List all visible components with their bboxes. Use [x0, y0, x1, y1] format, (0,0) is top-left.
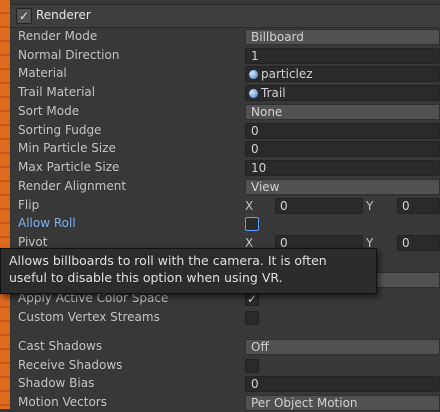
- custom-vertex-streams-row: Custom Vertex Streams: [10, 309, 440, 327]
- flip-row: Flip X 0 Y 0: [10, 197, 440, 215]
- normal-direction-label: Normal Direction: [18, 48, 120, 62]
- material-label: Material: [18, 66, 67, 80]
- flip-vector-field: X 0 Y 0: [245, 198, 440, 214]
- allow-roll-row: Allow Roll: [10, 215, 440, 233]
- flip-x-input[interactable]: 0: [275, 198, 363, 214]
- trail-material-label: Trail Material: [18, 85, 96, 99]
- trail-material-row: Trail Material Trail: [10, 84, 440, 102]
- normal-direction-row: Normal Direction 1: [10, 47, 440, 65]
- cast-shadows-dropdown[interactable]: Off: [245, 339, 440, 355]
- module-title: Renderer: [36, 8, 91, 22]
- flip-label: Flip: [18, 198, 40, 212]
- min-particle-size-label: Min Particle Size: [18, 141, 116, 155]
- material-icon: [249, 89, 258, 98]
- custom-vertex-streams-label: Custom Vertex Streams: [18, 310, 160, 324]
- max-particle-size-row: Max Particle Size 10: [10, 159, 440, 177]
- render-alignment-row: Render Alignment View: [10, 178, 440, 196]
- flip-y-input[interactable]: 0: [397, 198, 440, 214]
- sorting-fudge-row: Sorting Fudge 0: [10, 122, 440, 140]
- material-value: particlez: [261, 67, 313, 81]
- min-particle-size-input[interactable]: 0: [245, 141, 440, 157]
- pivot-y-input[interactable]: 0: [397, 235, 440, 251]
- flip-y-label[interactable]: Y: [366, 198, 373, 214]
- allow-roll-tooltip: Allows billboards to roll with the camer…: [0, 248, 377, 294]
- cast-shadows-label: Cast Shadows: [18, 339, 103, 353]
- motion-vectors-label: Motion Vectors: [18, 395, 107, 409]
- render-mode-row: Render Mode Billboard: [10, 28, 440, 46]
- sort-mode-label: Sort Mode: [18, 104, 80, 118]
- render-mode-dropdown[interactable]: Billboard: [245, 29, 440, 45]
- flip-x-label[interactable]: X: [245, 198, 253, 214]
- shadow-bias-label: Shadow Bias: [18, 376, 95, 390]
- trail-material-value: Trail: [261, 86, 286, 100]
- render-alignment-label: Render Alignment: [18, 179, 127, 193]
- material-icon: [249, 70, 258, 79]
- sort-mode-row: Sort Mode None: [10, 103, 440, 121]
- custom-vertex-streams-checkbox[interactable]: [245, 311, 259, 325]
- sorting-fudge-label: Sorting Fudge: [18, 123, 102, 137]
- apply-active-color-space-checkbox[interactable]: ✓: [245, 292, 259, 306]
- trail-material-object-field[interactable]: Trail: [245, 85, 440, 101]
- renderer-enabled-checkbox[interactable]: ✓: [16, 8, 32, 24]
- allow-roll-label: Allow Roll: [18, 216, 76, 230]
- render-mode-label: Render Mode: [18, 29, 98, 43]
- allow-roll-checkbox[interactable]: [245, 217, 259, 231]
- receive-shadows-row: Receive Shadows: [10, 357, 440, 375]
- max-particle-size-input[interactable]: 10: [245, 160, 440, 176]
- min-particle-size-row: Min Particle Size 0: [10, 140, 440, 158]
- max-particle-size-label: Max Particle Size: [18, 160, 120, 174]
- shadow-bias-input[interactable]: 0: [245, 376, 440, 392]
- motion-vectors-row: Motion Vectors Per Object Motion: [10, 394, 440, 412]
- receive-shadows-label: Receive Shadows: [18, 358, 123, 372]
- material-row: Material particlez: [10, 65, 440, 83]
- cast-shadows-row: Cast Shadows Off: [10, 338, 440, 356]
- receive-shadows-checkbox[interactable]: [245, 359, 259, 373]
- pivot-label: Pivot: [18, 235, 48, 249]
- renderer-module-header[interactable]: ✓ Renderer: [10, 4, 440, 28]
- scene-view-strip: [0, 0, 10, 409]
- renderer-module-panel: ✓ Renderer Render Mode Billboard Normal …: [10, 0, 440, 412]
- normal-direction-input[interactable]: 1: [245, 48, 440, 64]
- shadow-bias-row: Shadow Bias 0: [10, 375, 440, 393]
- material-object-field[interactable]: particlez: [245, 66, 440, 82]
- sorting-fudge-input[interactable]: 0: [245, 123, 440, 139]
- render-alignment-dropdown[interactable]: View: [245, 179, 440, 195]
- sort-mode-dropdown[interactable]: None: [245, 104, 440, 120]
